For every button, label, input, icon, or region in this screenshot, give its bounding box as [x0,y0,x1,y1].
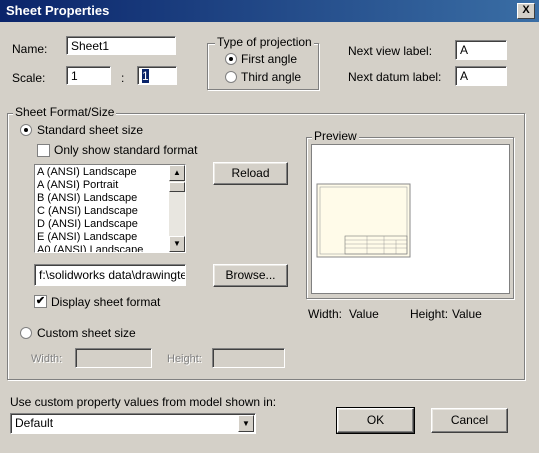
scroll-down-icon[interactable]: ▼ [169,236,185,252]
next-view-label: Next view label: [348,44,433,58]
name-label: Name: [12,42,48,56]
next-datum-label: Next datum label: [348,70,442,84]
next-datum-input[interactable]: A [455,66,507,86]
preview-height-label: Height: [410,307,449,321]
list-item[interactable]: E (ANSI) Landscape [35,231,167,244]
list-item[interactable]: C (ANSI) Landscape [35,205,167,218]
preview-group-label: Preview [312,129,359,143]
list-item[interactable]: A0 (ANSI) Landscape [35,244,167,252]
preview-canvas [311,144,510,294]
close-button[interactable]: X [517,3,535,19]
display-format-label: Display sheet format [51,295,161,309]
standard-size-label: Standard sheet size [37,123,144,137]
preview-width-label: Width: [308,307,343,321]
display-format-checkbox[interactable]: ✔ [34,295,47,308]
custom-height-input[interactable] [212,348,285,368]
scale-denominator-value: 1 [142,69,149,83]
list-item[interactable]: A (ANSI) Portrait [35,179,167,192]
sheet-size-list[interactable]: A (ANSI) Landscape A (ANSI) Portrait B (AN… [34,164,186,253]
ok-button[interactable]: OK [336,407,415,434]
third-angle-label: Third angle [241,70,302,84]
scroll-thumb[interactable] [169,182,185,192]
list-item[interactable]: D (ANSI) Landscape [35,218,167,231]
scroll-up-icon[interactable]: ▲ [169,165,185,181]
close-icon: X [522,4,530,16]
sheet-format-group-label: Sheet Format/Size [13,105,117,119]
name-input[interactable]: Sheet1 [66,36,176,55]
scale-denominator-input[interactable]: 1 [137,66,177,85]
list-scrollbar[interactable]: ▲ ▼ [169,165,185,252]
scale-separator: : [121,71,125,85]
list-item[interactable]: A (ANSI) Landscape [35,166,167,179]
model-select-value: Default [15,416,54,430]
first-angle-radio[interactable] [225,53,237,65]
preview-width-value: Value [349,307,379,321]
browse-button[interactable]: Browse... [213,264,288,287]
format-path-input[interactable]: f:\solidworks data\drawingter [34,264,186,286]
custom-height-label: Height: [167,353,202,365]
title-bar: Sheet Properties X [0,0,539,22]
custom-size-radio[interactable] [20,327,32,339]
dialog-title: Sheet Properties [6,3,110,18]
custom-width-label: Width: [31,353,63,365]
scale-label: Scale: [12,71,46,85]
custom-width-input[interactable] [75,348,152,368]
cancel-button[interactable]: Cancel [431,408,508,433]
sheet-preview-image [316,183,411,258]
only-standard-label: Only show standard format [54,143,198,157]
next-view-input[interactable]: A [455,40,507,60]
projection-group-label: Type of projection [215,35,314,49]
custom-size-label: Custom sheet size [37,326,136,340]
first-angle-label: First angle [241,52,298,66]
list-item[interactable]: B (ANSI) Landscape [35,192,167,205]
third-angle-radio[interactable] [225,71,237,83]
custom-property-label: Use custom property values from model sh… [10,395,277,409]
chevron-down-icon[interactable]: ▼ [238,415,254,432]
reload-button[interactable]: Reload [213,162,288,185]
preview-height-value: Value [452,307,482,321]
scale-numerator-input[interactable]: 1 [66,66,111,85]
model-select[interactable]: Default ▼ [10,413,256,434]
standard-size-radio[interactable] [20,124,32,136]
only-standard-checkbox[interactable] [37,144,50,157]
